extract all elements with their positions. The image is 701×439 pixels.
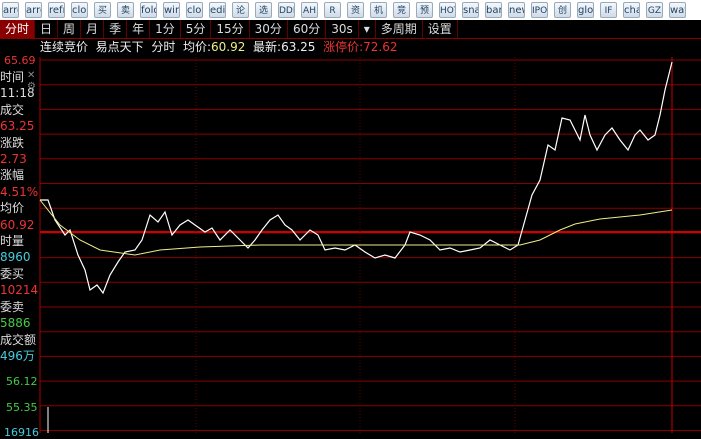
period-tabs: 分时日周月季年 1分 5分 15分 30分 60分 30s ▾ 多周期 设置 bbox=[0, 20, 701, 39]
toolbar-22-icon[interactable]: news bbox=[508, 2, 525, 18]
panel-value: 63.25 bbox=[0, 119, 35, 134]
panel-label: 涨跌 bbox=[0, 135, 25, 150]
panel-label: 时量 bbox=[0, 234, 25, 249]
toolbar-28-icon[interactable]: GZ bbox=[646, 2, 663, 18]
axis-top-price: 65.69 bbox=[4, 54, 36, 67]
toolbar-14-icon[interactable]: R bbox=[324, 2, 341, 18]
toolbar-1-icon[interactable]: arrow-down bbox=[25, 2, 42, 18]
axis-price-low2: 55.35 bbox=[6, 401, 38, 414]
last-value: 63.25 bbox=[281, 40, 316, 54]
toolbar-4-icon[interactable]: 买 bbox=[94, 2, 111, 18]
toolbar-3-icon[interactable]: clock bbox=[71, 2, 88, 18]
tab-12[interactable]: ▾ bbox=[359, 20, 376, 38]
toolbar-8-icon[interactable]: clock2 bbox=[186, 2, 203, 18]
gear-icon[interactable]: ⚙ bbox=[27, 81, 36, 92]
stock-name: 易点天下 bbox=[95, 40, 144, 54]
panel-value: 5886 bbox=[0, 316, 31, 331]
toolbar-9-icon[interactable]: edit bbox=[209, 2, 226, 18]
last-label: 最新: bbox=[253, 40, 282, 54]
tab-2[interactable]: 周 bbox=[58, 20, 82, 38]
toolbar-10-icon[interactable]: 论 bbox=[232, 2, 249, 18]
avg-value: 60.92 bbox=[211, 40, 246, 54]
toolbar-5-icon[interactable]: 卖 bbox=[117, 2, 134, 18]
tab-11[interactable]: 30s bbox=[326, 20, 359, 38]
toolbar-16-icon[interactable]: 机 bbox=[370, 2, 387, 18]
toolbar-29-icon[interactable]: wave bbox=[669, 2, 686, 18]
tab-9[interactable]: 30分 bbox=[250, 20, 288, 38]
toolbar-21-icon[interactable]: bank bbox=[485, 2, 502, 18]
toolbar: arrow-up arrow-down refresh clock 买卖 folder wi… bbox=[0, 0, 701, 20]
toolbar-15-icon[interactable]: 资 bbox=[347, 2, 364, 18]
tab-5[interactable]: 年 bbox=[127, 20, 151, 38]
toolbar-7-icon[interactable]: window bbox=[163, 2, 180, 18]
toolbar-27-icon[interactable]: chart bbox=[623, 2, 640, 18]
tab-10[interactable]: 60分 bbox=[288, 20, 327, 38]
toolbar-6-icon[interactable]: folder bbox=[140, 2, 157, 18]
avg-label: 均价: bbox=[182, 40, 212, 54]
panel-value: 10214 bbox=[0, 283, 39, 298]
tab-7[interactable]: 5分 bbox=[181, 20, 212, 38]
panel-value: 496万 bbox=[0, 348, 35, 363]
toolbar-17-icon[interactable]: 竞 bbox=[393, 2, 410, 18]
panel-label: 委卖 bbox=[0, 299, 25, 314]
toolbar-2-icon[interactable]: refresh bbox=[48, 2, 65, 18]
tab-0[interactable]: 分时 bbox=[0, 20, 36, 38]
tab-6[interactable]: 1分 bbox=[150, 20, 181, 38]
limit-label: 涨停价: bbox=[323, 40, 364, 54]
panel-value: 60.92 bbox=[0, 217, 35, 232]
tab-1[interactable]: 日 bbox=[35, 20, 59, 38]
tab-13[interactable]: 多周期 bbox=[376, 20, 423, 38]
panel-label: 成交 bbox=[0, 102, 25, 117]
toolbar-12-icon[interactable]: DDE bbox=[278, 2, 295, 18]
tab-3[interactable]: 月 bbox=[81, 20, 105, 38]
toolbar-23-icon[interactable]: IPO bbox=[531, 2, 548, 18]
toolbar-11-icon[interactable]: 选 bbox=[255, 2, 272, 18]
panel-value: 2.73 bbox=[0, 152, 27, 167]
panel-value: 4.51% bbox=[0, 184, 39, 199]
limit-value: 72.62 bbox=[363, 40, 398, 54]
panel-value: 8960 bbox=[0, 250, 31, 265]
quote-info: 连续竞价 易点天下 分时 均价:60.92 最新:63.25 涨停价:72.62 bbox=[40, 38, 397, 56]
panel-label: 均价 bbox=[0, 201, 25, 216]
tab-8[interactable]: 15分 bbox=[211, 20, 250, 38]
intraday-chart[interactable] bbox=[0, 57, 701, 433]
tab-4[interactable]: 季 bbox=[104, 20, 128, 38]
toolbar-18-icon[interactable]: 预 bbox=[416, 2, 433, 18]
panel-label: 委买 bbox=[0, 266, 25, 281]
axis-price-low1: 56.12 bbox=[6, 375, 38, 388]
toolbar-19-icon[interactable]: HOT bbox=[439, 2, 456, 18]
toolbar-0-icon[interactable]: arrow-up bbox=[2, 2, 19, 18]
toolbar-26-icon[interactable]: IF bbox=[600, 2, 617, 18]
toolbar-25-icon[interactable]: globe bbox=[577, 2, 594, 18]
panel-label: 涨幅 bbox=[0, 168, 25, 183]
chart-mode: 分时 bbox=[151, 40, 176, 54]
close-panel-icon[interactable]: ✕ bbox=[27, 70, 35, 81]
tab-14[interactable]: 设置 bbox=[423, 20, 458, 38]
toolbar-13-icon[interactable]: AH bbox=[301, 2, 318, 18]
auction-status: 连续竞价 bbox=[40, 40, 89, 54]
toolbar-24-icon[interactable]: 创 bbox=[554, 2, 571, 18]
price-line bbox=[40, 61, 673, 295]
panel-label: 成交额 bbox=[0, 332, 37, 347]
toolbar-20-icon[interactable]: snake bbox=[462, 2, 479, 18]
info-panel: 时间 11:18 成交 63.25 涨跌 2.73 涨幅 4.51% 均价 60.92 时量 8960… bbox=[0, 69, 40, 364]
